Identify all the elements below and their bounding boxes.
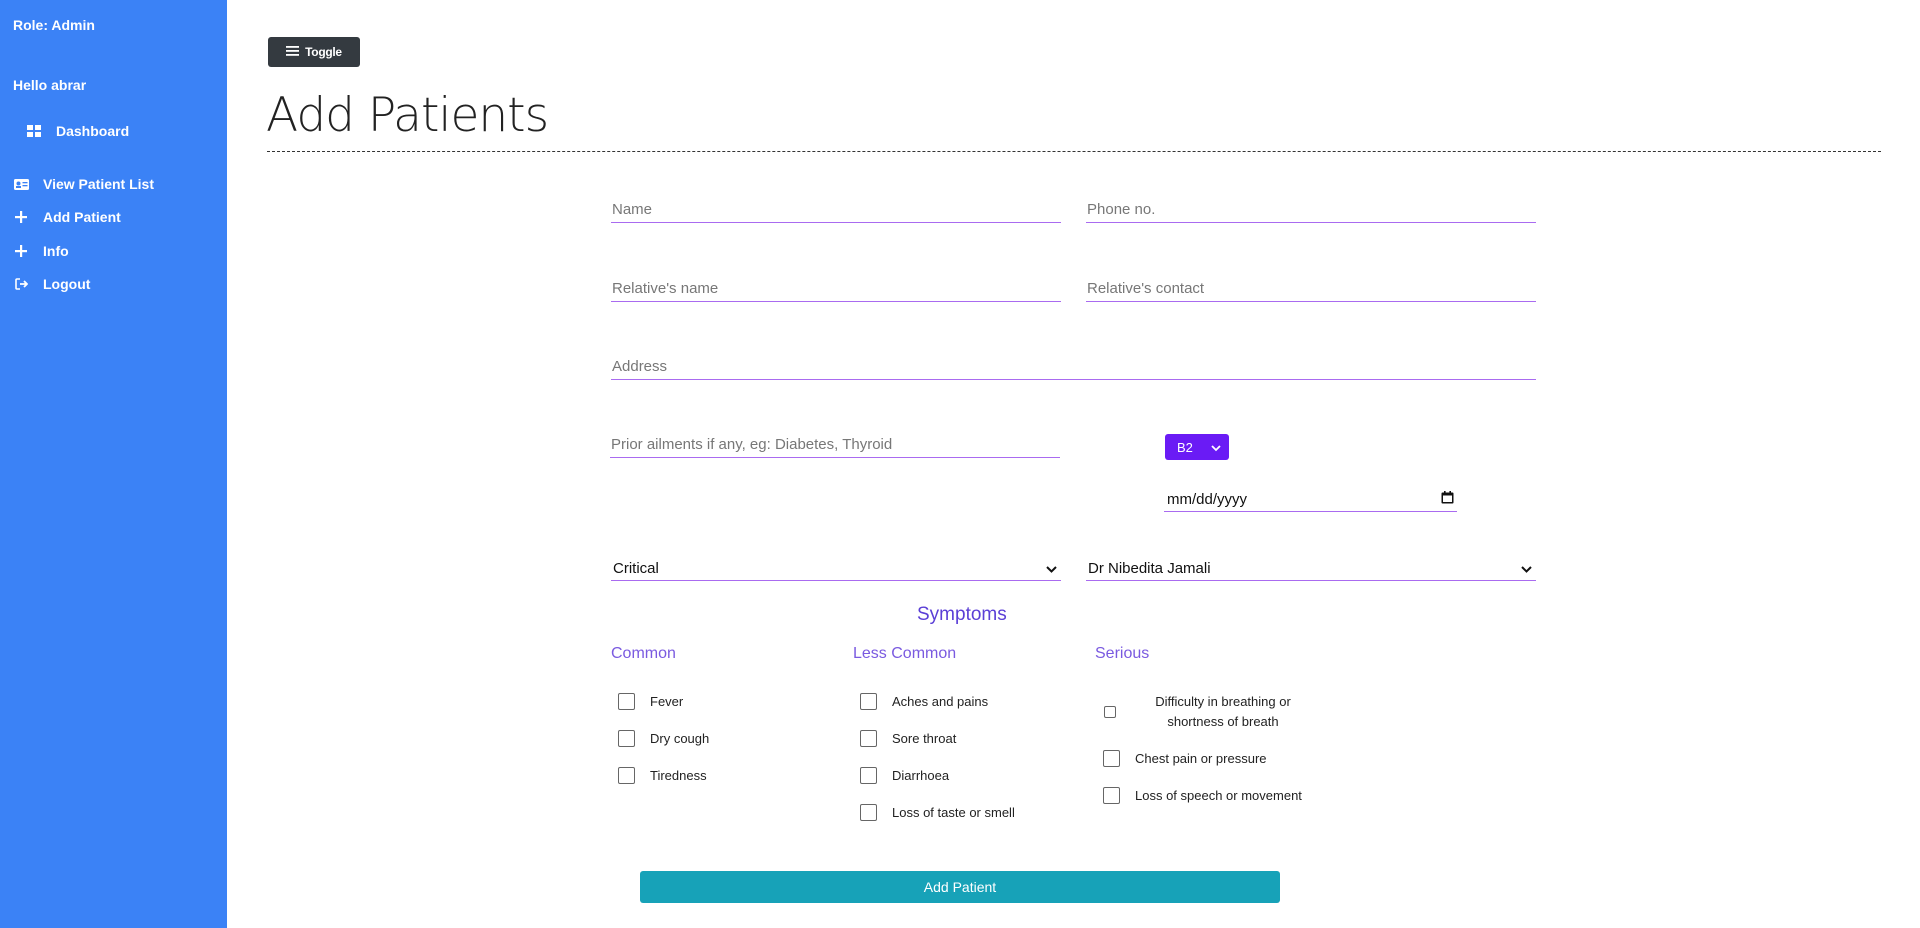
plus-icon [13,209,29,225]
checkbox[interactable] [1103,750,1120,767]
sidebar-item-logout[interactable]: Logout [13,276,90,292]
title-divider [267,151,1881,152]
serious-heading: Serious [1095,645,1150,662]
checkbox-label: Dry cough [650,731,710,746]
chevron-down-icon [1521,560,1532,577]
name-input[interactable] [611,198,1061,223]
hamburger-icon [286,45,300,59]
logout-icon [13,276,29,292]
sidebar-item-info[interactable]: Info [13,243,69,259]
sidebar-item-dashboard[interactable]: Dashboard [26,123,129,139]
doctor-value: Dr Nibedita Jamali [1088,559,1211,577]
checkbox-label: Difficulty in breathing or shortness of … [1155,694,1291,729]
sidebar-item-add-patient[interactable]: Add Patient [13,209,121,225]
page-title: Add Patients [266,88,549,143]
id-card-icon [13,176,29,192]
add-patient-button[interactable]: Add Patient [640,871,1280,903]
address-input[interactable] [611,355,1536,380]
symptom-checkbox-chest-pain[interactable]: Chest pain or pressure [1103,750,1267,767]
chevron-down-icon [1046,560,1057,577]
checkbox-label: Tiredness [650,768,707,783]
checkbox[interactable] [618,767,635,784]
checkbox[interactable] [860,730,877,747]
checkbox-label: Loss of speech or movement [1135,788,1302,803]
sidebar-item-label: Info [43,243,69,259]
checkbox[interactable] [1104,706,1116,718]
symptom-checkbox-aches[interactable]: Aches and pains [860,693,988,710]
role-label: Role: Admin [13,17,95,33]
symptom-checkbox-loss-of-taste[interactable]: Loss of taste or smell [860,804,1015,821]
checkbox[interactable] [860,804,877,821]
doctor-select[interactable]: Dr Nibedita Jamali [1086,556,1536,581]
prior-ailments-input[interactable] [610,433,1060,458]
checkbox[interactable] [860,767,877,784]
plus-icon [13,243,29,259]
sidebar-item-view-patient-list[interactable]: View Patient List [13,176,154,192]
blood-group-select[interactable]: B2 [1165,434,1229,460]
phone-input[interactable] [1086,198,1536,223]
relative-name-input[interactable] [611,277,1061,302]
sidebar-item-label: Dashboard [56,123,130,139]
checkbox-label: Diarrhoea [892,768,950,783]
less-common-heading: Less Common [853,645,957,662]
calendar-icon [1441,490,1454,508]
symptom-checkbox-tiredness[interactable]: Tiredness [618,767,707,784]
checkbox[interactable] [618,730,635,747]
checkbox-label: Sore throat [892,731,957,746]
sidebar-item-label: Logout [43,276,91,292]
date-input[interactable]: mm/dd/yyyy [1164,487,1457,512]
dashboard-icon [26,123,42,139]
toggle-sidebar-button[interactable]: Toggle [268,37,360,67]
sidebar-item-label: Add Patient [43,209,121,225]
status-select[interactable]: Critical [611,556,1061,581]
symptoms-title: Symptoms [917,604,1007,625]
relative-contact-input[interactable] [1086,277,1536,302]
checkbox-label: Aches and pains [892,694,989,709]
checkbox[interactable] [618,693,635,710]
checkbox[interactable] [860,693,877,710]
symptom-checkbox-dry-cough[interactable]: Dry cough [618,730,709,747]
symptom-checkbox-diarrhoea[interactable]: Diarrhoea [860,767,949,784]
date-placeholder: mm/dd/yyyy [1167,490,1248,508]
status-value: Critical [613,559,659,577]
checkbox-label: Loss of taste or smell [892,805,1015,820]
greeting-label: Hello abrar [13,77,87,93]
symptom-checkbox-speech[interactable]: Loss of speech or movement [1103,787,1302,804]
sidebar: Role: Admin Hello abrar Dashboard View P… [0,0,227,928]
symptom-checkbox-fever[interactable]: Fever [618,693,683,710]
common-heading: Common [611,645,676,662]
checkbox-label: Chest pain or pressure [1135,751,1267,766]
sidebar-item-label: View Patient List [43,176,154,192]
blood-group-value: B2 [1177,439,1193,455]
symptom-checkbox-sore-throat[interactable]: Sore throat [860,730,956,747]
toggle-label: Toggle [305,45,342,59]
symptom-checkbox-breathing[interactable]: Difficulty in breathing or shortness of … [1104,692,1298,732]
chevron-down-icon [1211,440,1221,455]
checkbox[interactable] [1103,787,1120,804]
checkbox-label: Fever [650,694,684,709]
